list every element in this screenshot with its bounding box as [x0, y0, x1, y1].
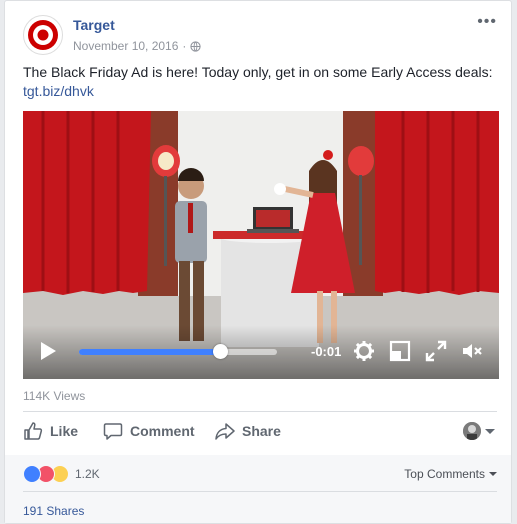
page-avatar[interactable]	[23, 15, 63, 55]
comment-sort-label: Top Comments	[404, 467, 485, 481]
globe-icon[interactable]	[190, 40, 202, 52]
fullscreen-icon[interactable]	[425, 340, 447, 362]
reactions-summary[interactable]: 1.2K	[23, 465, 100, 483]
comment-button[interactable]: Comment	[103, 421, 195, 441]
like-label: Like	[50, 423, 79, 439]
time-remaining: -0:01	[311, 344, 342, 359]
play-icon[interactable]	[39, 341, 57, 361]
post-date[interactable]: November 10, 2016	[73, 39, 178, 53]
settings-gear-icon[interactable]	[353, 340, 375, 362]
thumbs-up-icon	[24, 422, 43, 440]
progress-scrubber[interactable]	[212, 344, 228, 359]
theater-mode-icon[interactable]	[389, 340, 411, 362]
reaction-count: 1.2K	[75, 467, 100, 481]
divider	[23, 411, 497, 412]
target-logo-icon	[28, 20, 58, 50]
action-bar: Like Comment Share	[23, 419, 497, 449]
post-footer: 1.2K Top Comments 191 Shares	[5, 455, 511, 523]
progress-bar[interactable]	[79, 344, 277, 359]
post-card: Target November 10, 2016 · ••• The Black…	[4, 0, 512, 524]
like-button[interactable]: Like	[23, 421, 78, 441]
page-name-link[interactable]: Target	[73, 17, 115, 33]
chevron-down-icon	[485, 428, 495, 434]
post-message-text: The Black Friday Ad is here! Today only,…	[23, 64, 493, 80]
caret-down-icon	[489, 472, 497, 476]
like-reaction-icon	[23, 465, 41, 483]
meta-separator: ·	[182, 39, 187, 53]
post-header: Target November 10, 2016 · •••	[23, 13, 497, 57]
post-as-selector[interactable]	[463, 422, 495, 440]
video-player[interactable]: -0:01	[23, 111, 499, 379]
post-meta: November 10, 2016 ·	[73, 39, 202, 53]
comment-sort-dropdown[interactable]: Top Comments	[404, 467, 497, 481]
post-message: The Black Friday Ad is here! Today only,…	[23, 63, 503, 101]
share-count[interactable]: 191 Shares	[23, 504, 84, 518]
more-options-icon[interactable]: •••	[477, 13, 497, 31]
view-count[interactable]: 114K Views	[23, 389, 85, 403]
share-arrow-icon	[215, 423, 235, 440]
share-button[interactable]: Share	[215, 421, 281, 441]
share-label: Share	[242, 423, 281, 439]
comment-label: Comment	[130, 423, 195, 439]
video-controls: -0:01	[23, 325, 499, 379]
comment-icon	[103, 423, 123, 440]
viewer-avatar	[463, 422, 481, 440]
user-photo-icon	[463, 422, 481, 440]
footer-divider	[23, 491, 497, 492]
progress-fill	[79, 349, 220, 355]
post-link[interactable]: tgt.biz/dhvk	[23, 83, 94, 99]
mute-icon[interactable]	[461, 340, 483, 362]
